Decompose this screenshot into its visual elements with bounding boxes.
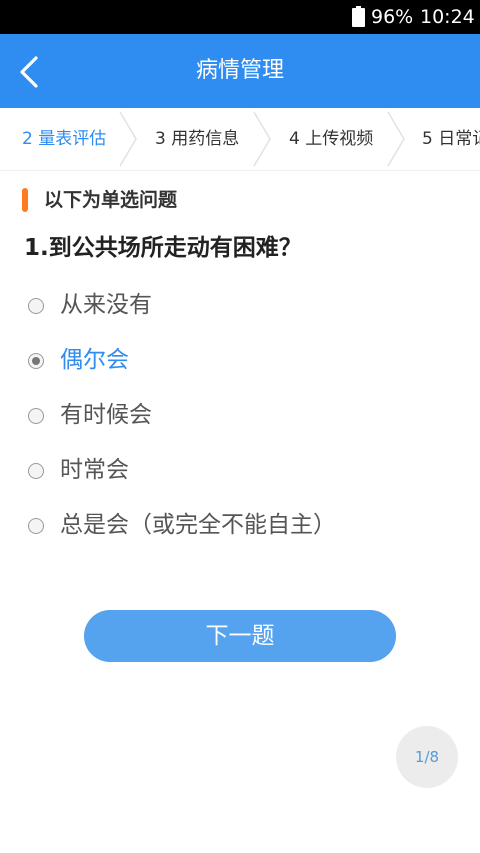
radio-icon: [28, 518, 44, 534]
step-separator-icon: [387, 111, 405, 167]
battery-level: 96%: [371, 6, 414, 28]
option-occasionally[interactable]: 偶尔会: [28, 342, 448, 382]
step-separator-icon: [119, 111, 137, 167]
option-label: 时常会: [60, 457, 129, 483]
option-label: 有时候会: [60, 402, 152, 428]
option-label: 总是会（或完全不能自主）: [60, 512, 336, 538]
step-tab-daily-record[interactable]: 5 日常记录: [422, 108, 480, 170]
step-tabs: 2 量表评估 3 用药信息 4 上传视频 5 日常记录: [0, 108, 480, 171]
accent-bar: [22, 188, 28, 212]
option-label: 从来没有: [60, 292, 152, 318]
next-question-button[interactable]: 下一题: [84, 610, 396, 662]
option-sometimes[interactable]: 有时候会: [28, 397, 448, 437]
option-often[interactable]: 时常会: [28, 452, 448, 492]
battery-icon: [352, 6, 365, 27]
step-tab-medication[interactable]: 3 用药信息: [155, 108, 239, 170]
option-always[interactable]: 总是会（或完全不能自主）: [28, 507, 448, 547]
radio-icon: [28, 298, 44, 314]
title-bar: 病情管理: [0, 34, 480, 108]
step-tab-upload-video[interactable]: 4 上传视频: [289, 108, 373, 170]
radio-icon: [28, 408, 44, 424]
step-separator-icon: [253, 111, 271, 167]
question-text: 1.到公共场所走动有困难？: [24, 235, 302, 261]
app-screen: 96% 10:24 病情管理 2 量表评估 3 用药信息 4 上传视频 5 日常…: [0, 0, 480, 853]
chevron-left-icon: [20, 56, 38, 88]
section-label-text: 以下为单选问题: [44, 189, 178, 211]
option-label: 偶尔会: [60, 347, 129, 373]
page-indicator: 1/8: [396, 726, 458, 788]
back-button[interactable]: [10, 46, 56, 96]
page-title: 病情管理: [195, 58, 284, 83]
radio-checked-icon: [28, 353, 44, 369]
status-bar: 96% 10:24: [0, 0, 480, 34]
step-tab-scale-assessment[interactable]: 2 量表评估: [22, 108, 106, 170]
status-time: 10:24: [420, 6, 475, 28]
radio-icon: [28, 463, 44, 479]
option-never[interactable]: 从来没有: [28, 287, 448, 327]
